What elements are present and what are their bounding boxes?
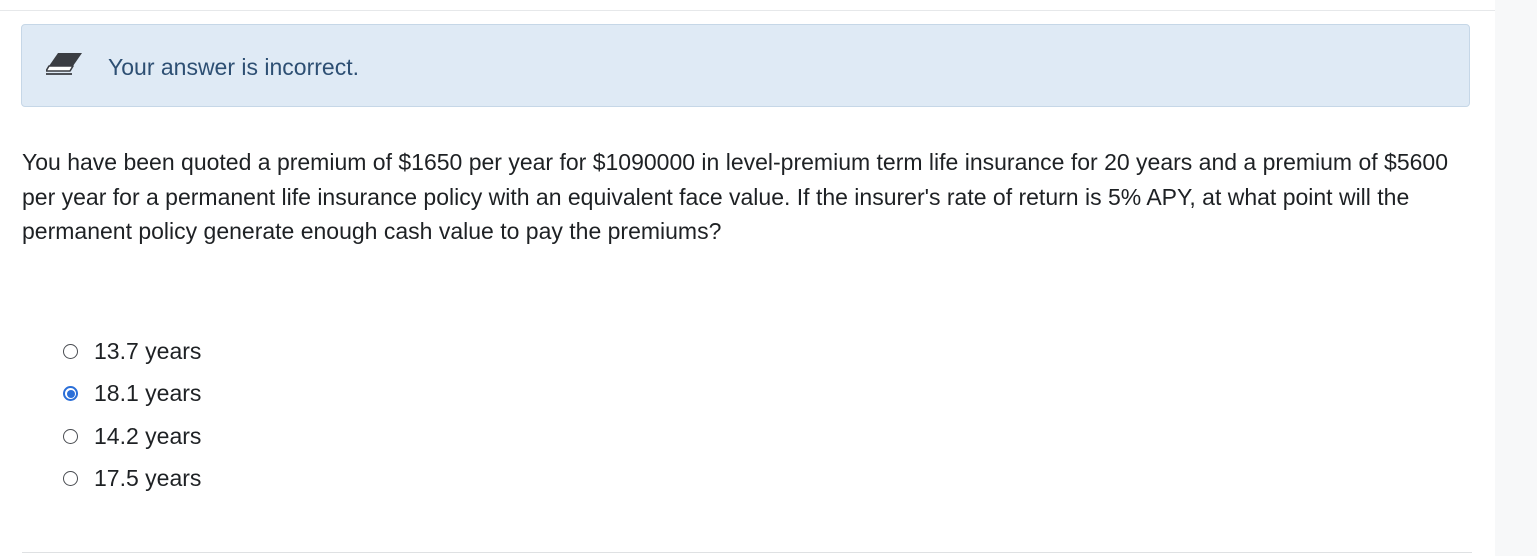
right-gutter bbox=[1495, 0, 1537, 556]
page: Your answer is incorrect. You have been … bbox=[0, 0, 1537, 556]
top-divider bbox=[0, 10, 1495, 11]
eraser-icon bbox=[46, 53, 82, 75]
question-text: You have been quoted a premium of $1650 … bbox=[22, 149, 1448, 244]
answer-option[interactable]: 18.1 years bbox=[60, 373, 201, 416]
answer-option-label: 17.5 years bbox=[94, 465, 202, 492]
radio-button[interactable] bbox=[63, 471, 78, 487]
answer-option[interactable]: 17.5 years bbox=[60, 458, 201, 501]
feedback-message: Your answer is incorrect. bbox=[108, 54, 359, 80]
answer-options: 13.7 years 18.1 years 14.2 years 17.5 ye… bbox=[60, 330, 201, 500]
answer-option-label: 14.2 years bbox=[94, 422, 202, 449]
answer-option-label: 13.7 years bbox=[94, 337, 202, 364]
answer-option[interactable]: 14.2 years bbox=[60, 415, 201, 458]
answer-option[interactable]: 13.7 years bbox=[60, 330, 201, 373]
answer-option-label: 18.1 years bbox=[94, 380, 202, 407]
radio-button[interactable] bbox=[63, 343, 78, 359]
feedback-banner: Your answer is incorrect. bbox=[21, 24, 1470, 107]
radio-button[interactable] bbox=[63, 428, 78, 444]
bottom-divider bbox=[22, 552, 1472, 553]
radio-button-selected[interactable] bbox=[63, 386, 78, 402]
